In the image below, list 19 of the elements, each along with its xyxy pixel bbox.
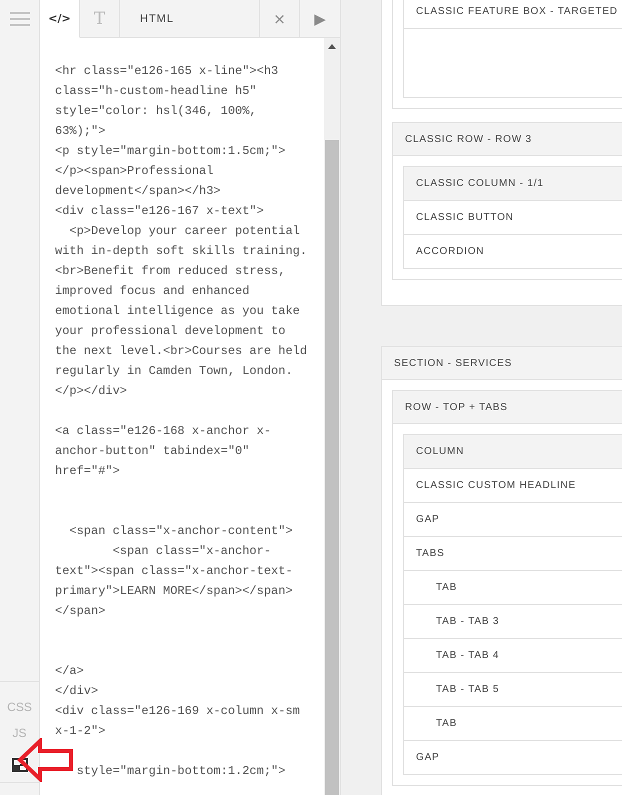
editor-title: HTML bbox=[140, 12, 174, 24]
element-item[interactable]: TAB - TAB 3 bbox=[404, 605, 622, 627]
element-item[interactable]: TAB bbox=[404, 571, 622, 593]
element-item[interactable]: TABS bbox=[404, 537, 622, 559]
element-item[interactable]: TAB bbox=[404, 707, 622, 729]
element-item[interactable]: CLASSIC CUSTOM HEADLINE bbox=[404, 469, 622, 491]
element-item[interactable]: TAB - TAB 4 bbox=[404, 639, 622, 661]
element-item[interactable]: CLASSIC BUTTON bbox=[404, 201, 622, 223]
scrollbar-thumb[interactable] bbox=[325, 140, 339, 795]
element-item[interactable]: GAP bbox=[404, 503, 622, 525]
editor-tab[interactable]: </> bbox=[40, 0, 80, 38]
element-item[interactable]: GAP bbox=[404, 741, 622, 763]
pointer-arrow bbox=[16, 738, 74, 782]
layout-icon[interactable] bbox=[12, 758, 28, 772]
scroll-up-icon[interactable] bbox=[328, 44, 336, 49]
element-item[interactable]: CLASSIC FEATURE BOX - TARGETED bbox=[404, 0, 622, 17]
code-text[interactable]: <hr class="e126-165 x-line"><h3 class="h-custom-headline h5" style="color: hsl(346, 100%, 63%);"> <p style="margin-bottom:1.5cm;"> </p><span>Professional development</span></h3> <div class="e126-167 x-text"> <p>Develop your career potential with in-depth soft skills training. <br>Benefit from reduced stress, improved focus and enhanced emotional intelligence as you take your professional development to the next level.<br>Courses are held regularly in Camden Town, London. </p></div> <a class="e126-168 x-anchor x- anchor-button" tabindex="0" href="#"> <span class="x-anchor-content"> <span class="x-anchor- text"><span class="x-anchor-text- primary">LEARN MORE</span></span> </span> </a> </div> <div class="e126-169 x-column x-sm x-1-2"> style="margin-bottom:1.2cm;"> bbox=[40, 38, 324, 795]
element-item[interactable]: TAB - TAB 5 bbox=[404, 673, 622, 695]
element-item[interactable]: ACCORDION bbox=[404, 235, 622, 257]
